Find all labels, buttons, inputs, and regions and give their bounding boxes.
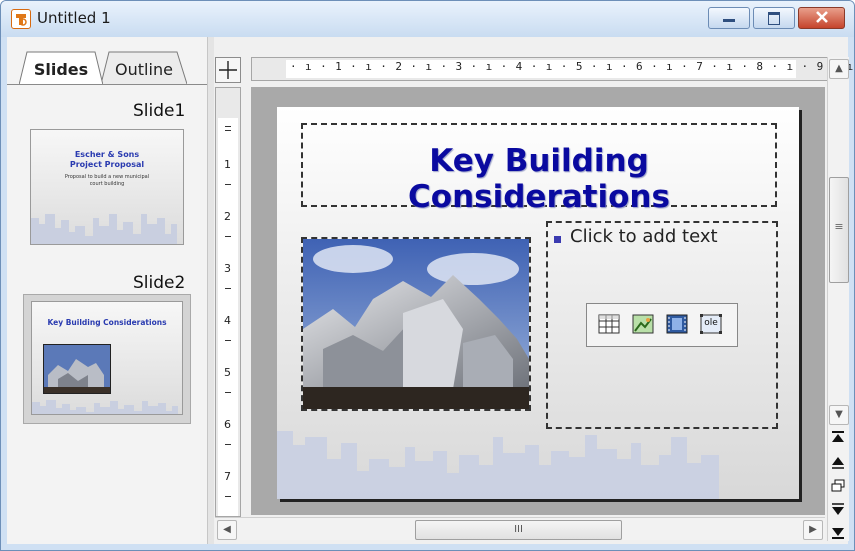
ruler-tick	[225, 126, 231, 127]
last-slide-button[interactable]	[829, 523, 847, 541]
maximize-icon	[768, 12, 780, 25]
tab-outline-label: Outline	[115, 60, 173, 79]
insert-object-toolbar: ole	[586, 303, 738, 347]
horizontal-ruler[interactable]: · ı · 1 · ı · 2 · ı · 3 · ı · 4 · ı · 5 …	[251, 57, 853, 81]
skyline-graphic	[32, 400, 178, 414]
vertical-ruler[interactable]: 1 2 3 4 5 6 7	[215, 87, 241, 517]
scroll-up-button[interactable]: ▲	[829, 59, 849, 79]
previous-slide-button[interactable]	[829, 453, 847, 471]
slide-title[interactable]: Key Building Considerations	[303, 143, 775, 215]
pane-tabs: Outline Slides	[7, 51, 207, 85]
content-placeholder[interactable]: Click to add text ole	[546, 221, 778, 429]
slide1-label: Slide1	[133, 101, 186, 121]
scroll-down-button[interactable]: ▼	[829, 405, 849, 425]
slide2-thumbnail[interactable]: Key Building Considerations	[31, 301, 183, 415]
scroll-right-button[interactable]: ▶	[803, 520, 823, 540]
minimize-button[interactable]	[708, 7, 750, 29]
client-area: Outline Slides Slide1 Escher & Sons Proj…	[7, 37, 853, 544]
horizontal-scroll-thumb[interactable]: III	[415, 520, 622, 540]
slide1-thumbnail[interactable]: Escher & Sons Project Proposal Proposal …	[30, 129, 184, 245]
first-slide-button[interactable]	[829, 429, 847, 447]
slide-page[interactable]: Key Building Considerations Click to add…	[277, 107, 799, 499]
ruler-number: 1	[224, 158, 231, 171]
app-window: Untitled 1 Outline Slides Slide1 Escher …	[0, 0, 855, 551]
slide1-thumb-title-line1: Escher & Sons	[74, 150, 140, 159]
building-photo	[303, 239, 529, 409]
slide-sorter-button[interactable]	[829, 477, 847, 495]
ruler-number: 6	[224, 418, 231, 431]
ruler-tick	[225, 184, 231, 185]
minimize-icon	[723, 19, 735, 22]
slide-canvas[interactable]: Key Building Considerations Click to add…	[251, 87, 825, 515]
insert-chart-icon[interactable]	[631, 313, 655, 335]
tab-slides-label: Slides	[33, 60, 89, 79]
ruler-tick	[225, 392, 231, 393]
previous-slide-icon	[832, 457, 844, 469]
slide2-thumb-image	[43, 344, 111, 394]
body-placeholder-text[interactable]: Click to add text	[570, 226, 718, 247]
ruler-tick	[225, 130, 231, 131]
skyline-graphic	[31, 214, 177, 244]
window-title: Untitled 1	[37, 9, 111, 27]
slide2-thumb-title: Key Building Considerations	[47, 318, 167, 327]
image-placeholder[interactable]	[301, 237, 531, 411]
close-icon	[814, 9, 830, 29]
slide-sorter-icon	[831, 479, 845, 492]
slide1-thumb-subtitle-line1: Proposal to build a new municipal	[64, 174, 150, 180]
next-slide-icon	[832, 503, 844, 515]
ruler-tick	[225, 496, 231, 497]
last-slide-icon	[832, 528, 844, 539]
slide1-thumb-title: Escher & Sons Project Proposal	[31, 150, 183, 170]
vertical-scrollbar[interactable]: ▲ ≡ ▼	[827, 57, 849, 541]
next-slide-button[interactable]	[829, 501, 847, 519]
slide1-thumb-title-line2: Project Proposal	[69, 160, 145, 169]
bullet-icon	[554, 236, 561, 243]
ruler-origin-button[interactable]	[215, 57, 241, 83]
slide2-selection-frame[interactable]: Key Building Considerations	[23, 294, 191, 424]
tab-slides[interactable]: Slides	[19, 51, 103, 85]
slides-pane: Outline Slides Slide1 Escher & Sons Proj…	[7, 37, 207, 544]
ruler-tick	[225, 444, 231, 445]
pane-splitter[interactable]	[207, 37, 214, 544]
slide1-thumb-subtitle: Proposal to build a new municipal court …	[51, 174, 163, 188]
insert-ole-object-icon[interactable]: ole	[699, 313, 723, 335]
ruler-tick	[225, 236, 231, 237]
vertical-scroll-thumb[interactable]: ≡	[829, 177, 849, 283]
maximize-button[interactable]	[753, 7, 795, 29]
close-button[interactable]	[798, 7, 845, 29]
ruler-number: 3	[224, 262, 231, 275]
grip-icon: ≡	[834, 220, 844, 233]
tab-outline[interactable]: Outline	[101, 51, 187, 84]
ruler-number: 2	[224, 210, 231, 223]
skyline-graphic	[277, 431, 719, 499]
ruler-tick	[225, 288, 231, 289]
tab-divider	[7, 84, 207, 85]
ole-label: ole	[704, 318, 718, 328]
slide1-thumb-subtitle-line2: court building	[89, 181, 125, 187]
title-bar[interactable]: Untitled 1	[1, 1, 854, 37]
slide2-label: Slide2	[133, 273, 186, 293]
ruler-tick	[225, 340, 231, 341]
impress-app-icon	[11, 9, 31, 29]
first-slide-icon	[832, 431, 844, 442]
horizontal-ruler-marks: · ı · 1 · ı · 2 · ı · 3 · ı · 4 · ı · 5 …	[290, 60, 855, 73]
horizontal-scrollbar[interactable]: ◀ III ▶	[215, 517, 825, 540]
ruler-number: 7	[224, 470, 231, 483]
insert-table-icon[interactable]	[597, 313, 621, 335]
grip-icon: III	[514, 524, 523, 535]
ruler-number: 4	[224, 314, 231, 327]
title-placeholder[interactable]: Key Building Considerations	[301, 123, 777, 215]
ruler-number: 5	[224, 366, 231, 379]
scroll-left-button[interactable]: ◀	[217, 520, 237, 540]
insert-movie-icon[interactable]	[665, 313, 689, 335]
